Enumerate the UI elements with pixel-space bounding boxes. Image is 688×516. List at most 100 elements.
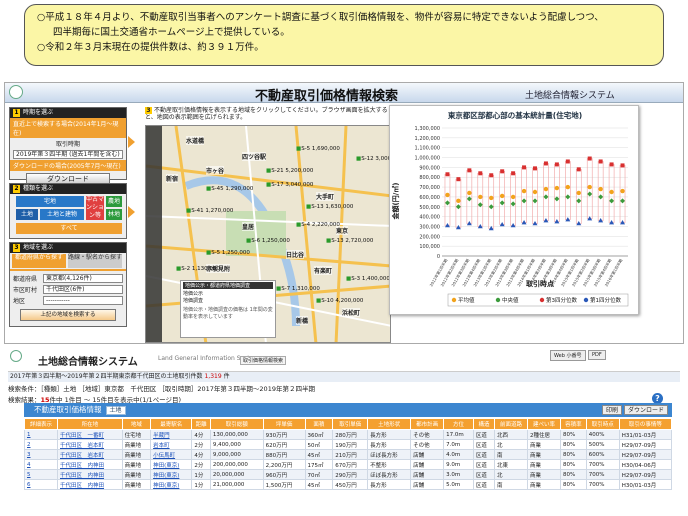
table-cell[interactable]: 岩本町	[150, 439, 193, 450]
land-price-point[interactable]: ■S-45 1,290,000	[206, 186, 253, 192]
column-header[interactable]: 建ぺい率	[527, 418, 562, 430]
land-price-point[interactable]: ■S-3 1,400,000	[346, 276, 390, 282]
land-price-point[interactable]: ■S-5 1,690,000	[296, 146, 340, 152]
table-cell[interactable]: 千代田区 内神田	[57, 459, 123, 470]
data-point	[587, 156, 592, 161]
land-price-point[interactable]: ■S-13 2,720,000	[326, 238, 373, 244]
type-tile-land[interactable]: 土地	[16, 209, 38, 220]
table-cell: 店舗	[410, 479, 445, 490]
land-price-point[interactable]: ■S-2 1,130,000	[176, 266, 220, 272]
table-cell: 4分	[191, 429, 211, 440]
column-header[interactable]: 前面道路	[494, 418, 529, 430]
table-cell[interactable]: 1	[24, 429, 58, 440]
land-price-point[interactable]: ■S-7 1,310,000	[276, 286, 320, 292]
map-canvas[interactable]: 四ツ谷駅水道橋新宿市ヶ谷皇居赤坂見附虎ノ門東京大手町日比谷有楽町新橋浜松町■S-…	[145, 125, 391, 343]
column-header[interactable]: 詳細表示	[24, 418, 58, 430]
column-header[interactable]: 取引時点	[585, 418, 620, 430]
print-button[interactable]: 印刷	[601, 405, 622, 415]
pdf-button[interactable]: PDF	[588, 350, 606, 360]
table-cell[interactable]: 千代田区 岩本町	[57, 449, 123, 460]
table-cell: 商業	[527, 479, 562, 490]
period-select[interactable]: 2019年第３四半期 (過去1年間を含む)	[13, 150, 123, 159]
data-point	[565, 194, 571, 200]
y-tick-label: 1,000,000	[415, 156, 440, 162]
column-header[interactable]: 距離	[191, 418, 211, 430]
table-cell[interactable]: 千代田区 一番町	[57, 429, 123, 440]
table-cell[interactable]: 小伝馬町	[150, 449, 193, 460]
tab-station[interactable]: 路線・駅名から探す	[68, 254, 122, 268]
table-cell[interactable]: 半蔵門	[150, 429, 193, 440]
data-point	[532, 221, 538, 226]
table-row[interactable]: 6 千代田区 内神田 商業地 神田(東京) 1分 21,000,000 1,500万円 45㎡…	[24, 479, 673, 490]
land-price-point[interactable]: ■S-6 1,250,000	[246, 238, 290, 244]
column-header[interactable]: 方位	[443, 418, 474, 430]
column-header[interactable]: 所在地	[57, 418, 123, 430]
table-cell[interactable]: 千代田区 岩本町	[57, 439, 123, 450]
table-cell[interactable]: 2	[24, 439, 58, 450]
column-header[interactable]: 取引単価	[332, 418, 369, 430]
column-header[interactable]: 構造	[472, 418, 496, 430]
column-header[interactable]: 容積率	[560, 418, 587, 430]
table-cell[interactable]: 5	[24, 469, 58, 480]
table-cell: 4分	[191, 449, 211, 460]
data-point	[598, 194, 604, 200]
land-price-point[interactable]: ■S-4 2,220,000	[296, 222, 340, 228]
table-cell[interactable]: 6	[24, 479, 58, 490]
data-point	[444, 200, 450, 206]
table-row[interactable]: 5 千代田区 内神田 商業地 神田(東京) 1分 20,000,000 960万円 70㎡ 29…	[24, 469, 673, 480]
column-header[interactable]: 最寄駅名	[150, 418, 193, 430]
legend-item-koji: 地価公示	[183, 291, 204, 297]
city-label: 市区町村	[13, 287, 38, 294]
table-cell[interactable]: 3	[24, 449, 58, 460]
district-select[interactable]: -----------	[43, 296, 123, 305]
table-cell[interactable]: 神田(東京)	[150, 469, 193, 480]
type-tile-all[interactable]: すべて	[16, 223, 122, 234]
type-tile-farmland[interactable]: 農地	[106, 196, 122, 207]
land-price-point[interactable]: ■S-41 1,270,000	[186, 208, 233, 214]
table-row[interactable]: 1 千代田区 一番町 住宅地 半蔵門 4分 130,000,000 930万円 360㎡ 280…	[24, 429, 673, 440]
table-cell: 商業	[527, 439, 562, 450]
column-header[interactable]: 土地形状	[367, 418, 412, 430]
table-cell: 商業地	[121, 479, 152, 490]
data-point	[620, 220, 626, 225]
type-tile-forest[interactable]: 林地	[106, 209, 122, 220]
table-cell[interactable]: 4	[24, 459, 58, 470]
column-header[interactable]: 都市計画	[410, 418, 445, 430]
table-row[interactable]: 3 千代田区 岩本町 商業地 小伝馬町 4分 9,000,000 880万円 45㎡ 210万円…	[24, 449, 673, 460]
table-cell[interactable]: 神田(東京)	[150, 479, 193, 490]
search-area-button[interactable]: 上記の地域を検索する	[20, 309, 116, 321]
column-header[interactable]: 坪単価	[262, 418, 306, 430]
table-cell: 南	[494, 479, 529, 490]
table-cell: 5.0m	[443, 479, 474, 490]
type-tile-residential[interactable]: 宅地	[16, 196, 84, 207]
prefecture-select[interactable]: 東京都(4,126件)	[43, 274, 123, 283]
column-header[interactable]: 面積	[304, 418, 334, 430]
data-point	[477, 223, 483, 229]
box-range	[510, 172, 516, 226]
column-header[interactable]: 地域	[121, 418, 152, 430]
table-cell[interactable]: 千代田区 内神田	[57, 469, 123, 480]
breadcrumb[interactable]: 取引価格情報検索	[240, 356, 287, 365]
table-row[interactable]: 2 千代田区 岩本町 商業地 岩本町 2分 9,400,000 620万円 50㎡ 190万円長…	[24, 439, 673, 450]
land-price-point[interactable]: ■S-21 5,200,000	[266, 168, 313, 174]
column-header[interactable]: 取引の事情等	[618, 418, 673, 430]
land-price-point[interactable]: ■S-5 1,250,000	[206, 250, 250, 256]
step-2-type: 2 種類を選ぶ 宅地 土地 土地と建物 中古マンション等 農地 林地 すべて	[9, 183, 135, 239]
table-row[interactable]: 4 千代田区 内神田 商業地 神田(東京) 2分 200,000,000 2,200万円 17…	[24, 459, 673, 470]
table-cell[interactable]: 神田(東京)	[150, 459, 193, 470]
table-cell: 80%	[560, 469, 587, 480]
land-price-point[interactable]: ■S-10 4,200,000	[316, 298, 363, 304]
data-point	[521, 220, 527, 225]
land-price-point[interactable]: ■S-12 3,000,000	[356, 156, 390, 162]
web-number-button[interactable]: Web 小番号	[550, 350, 586, 361]
table-cell[interactable]: 千代田区 内神田	[57, 479, 123, 490]
column-header[interactable]: 取引総額	[209, 418, 264, 430]
type-tile-land-building[interactable]: 土地と建物	[40, 209, 84, 220]
land-price-point[interactable]: ■S-17 3,040,000	[266, 182, 313, 188]
download-button[interactable]: ダウンロード	[623, 405, 668, 415]
city-select[interactable]: 千代田区(6件)	[43, 285, 123, 294]
land-price-point[interactable]: ■S-13 1,630,000	[306, 204, 353, 210]
type-tile-condo[interactable]: 中古マンション等	[86, 196, 104, 220]
box-range	[554, 164, 560, 222]
tab-prefecture[interactable]: 都道府県から探す	[12, 254, 66, 268]
